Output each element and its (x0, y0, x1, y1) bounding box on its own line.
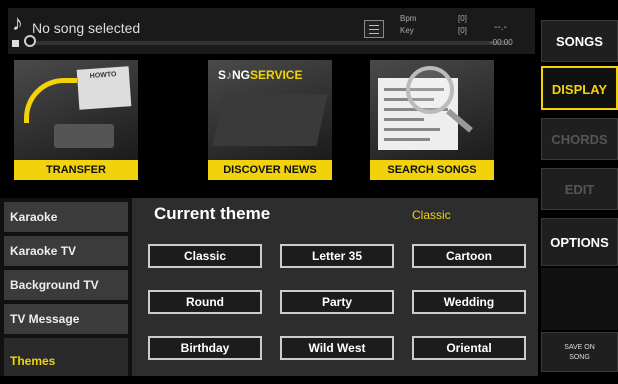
progress-handle[interactable] (24, 35, 36, 47)
theme-button-classic[interactable]: Classic (148, 244, 262, 268)
theme-button-cartoon[interactable]: Cartoon (412, 244, 526, 268)
options-button[interactable]: OPTIONS (541, 218, 618, 266)
theme-button-wedding[interactable]: Wedding (412, 290, 526, 314)
theme-button-party[interactable]: Party (280, 290, 394, 314)
theme-button-birthday[interactable]: Birthday (148, 336, 262, 360)
song-title: No song selected (32, 20, 141, 36)
search-songs-banner[interactable]: SEARCH SONGS (370, 60, 494, 180)
transfer-image: HOWTO (14, 60, 138, 160)
time-placeholder: --.- (494, 22, 507, 33)
current-theme-title: Current theme (154, 204, 271, 223)
transfer-banner[interactable]: HOWTO TRANSFER (14, 60, 138, 180)
song-status-bar: ♪ No song selected Bpm Key [0] [0] --.- … (8, 8, 535, 54)
song-progress-bar[interactable] (30, 41, 510, 45)
list-icon[interactable] (364, 20, 384, 38)
discover-news-caption: DISCOVER NEWS (208, 160, 332, 180)
chords-button[interactable]: CHORDS (541, 118, 618, 160)
theme-panel: Current theme Classic Classic Letter 35 … (132, 198, 538, 376)
search-songs-caption: SEARCH SONGS (370, 160, 494, 180)
bpm-value: [0] (458, 14, 467, 23)
magnifier-icon (406, 66, 454, 114)
bpm-label: Bpm (400, 14, 417, 23)
discover-news-banner[interactable]: S♪NGSERVICE DISCOVER NEWS (208, 60, 332, 180)
howto-card: HOWTO (76, 66, 132, 110)
right-panel-spacer (541, 268, 618, 330)
search-image (370, 60, 494, 160)
current-theme-value: Classic (412, 208, 451, 222)
left-menu: Karaoke Karaoke TV Background TV TV Mess… (0, 198, 132, 376)
display-button[interactable]: DISPLAY (541, 66, 618, 110)
keyboard-image (212, 94, 328, 146)
howto-text: HOWTO (89, 71, 117, 80)
device-icon (54, 124, 114, 148)
theme-button-round[interactable]: Round (148, 290, 262, 314)
transfer-arrow-icon (24, 78, 77, 123)
songs-button[interactable]: SONGS (541, 20, 618, 62)
menu-item-tv-message[interactable]: TV Message (4, 304, 128, 334)
menu-item-themes[interactable]: Themes (4, 338, 128, 376)
theme-button-oriental[interactable]: Oriental (412, 336, 526, 360)
theme-button-wild-west[interactable]: Wild West (280, 336, 394, 360)
theme-button-letter-35[interactable]: Letter 35 (280, 244, 394, 268)
menu-item-karaoke[interactable]: Karaoke (4, 202, 128, 232)
transfer-caption: TRANSFER (14, 160, 138, 180)
save-on-song-line1: SAVE ON (564, 344, 595, 351)
music-note-icon: ♪ (12, 10, 23, 35)
save-on-song-button[interactable]: SAVE ON SONG (541, 332, 618, 372)
songservice-image: S♪NGSERVICE (208, 60, 332, 160)
key-label: Key (400, 26, 414, 35)
edit-button[interactable]: EDIT (541, 168, 618, 210)
key-value: [0] (458, 26, 467, 35)
time-remaining: -00:00 (490, 38, 513, 47)
stop-icon[interactable] (12, 40, 19, 47)
songservice-logo: S♪NGSERVICE (218, 68, 303, 82)
save-on-song-line2: SONG (569, 354, 590, 361)
menu-item-karaoke-tv[interactable]: Karaoke TV (4, 236, 128, 266)
menu-item-background-tv[interactable]: Background TV (4, 270, 128, 300)
